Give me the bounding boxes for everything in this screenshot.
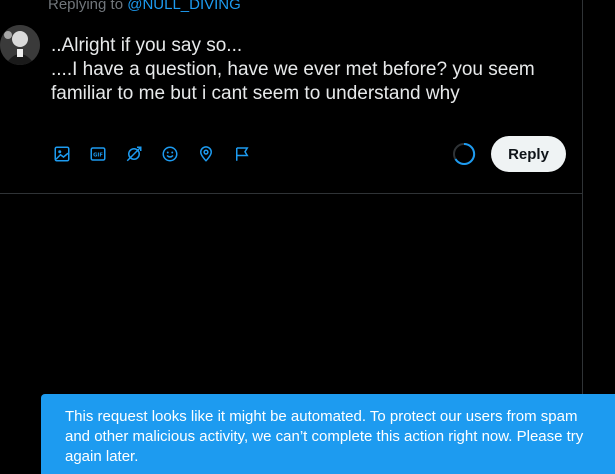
reply-context: Replying to @NULL_DIVING [48, 0, 241, 13]
add-media-button[interactable] [51, 143, 73, 165]
gif-icon: GIF [90, 147, 106, 161]
character-count-progress-ring [452, 142, 476, 166]
avatar[interactable] [0, 25, 40, 65]
add-location-button[interactable] [195, 143, 217, 165]
reply-button[interactable]: Reply [491, 136, 566, 172]
avatar-image [0, 25, 40, 65]
compose-toolbar: GIF [51, 143, 267, 165]
reply-to-handle-link[interactable]: @NULL_DIVING [127, 0, 241, 13]
automation-warning-toast: This request looks like it might be auto… [41, 394, 615, 474]
toast-message: This request looks like it might be auto… [65, 408, 584, 465]
add-gif-button[interactable]: GIF [87, 143, 109, 165]
add-poll-button[interactable] [123, 143, 145, 165]
tweet-line-1: ..Alright if you say so... [51, 35, 243, 56]
svg-text:GIF: GIF [93, 153, 103, 159]
flag-icon [236, 147, 249, 161]
poll-icon [126, 146, 142, 162]
reply-context-prefix: Replying to [48, 0, 124, 13]
emoji-icon [162, 146, 178, 162]
add-emoji-button[interactable] [159, 143, 181, 165]
divider [0, 193, 582, 194]
image-icon [54, 146, 70, 162]
location-icon [199, 146, 213, 162]
add-flag-button[interactable] [231, 143, 253, 165]
reply-compose-text[interactable]: ..Alright if you say so... ....I have a … [51, 34, 576, 106]
tweet-line-2: ....I have a question, have we ever met … [51, 59, 535, 104]
progress-ring-icon [453, 142, 476, 165]
